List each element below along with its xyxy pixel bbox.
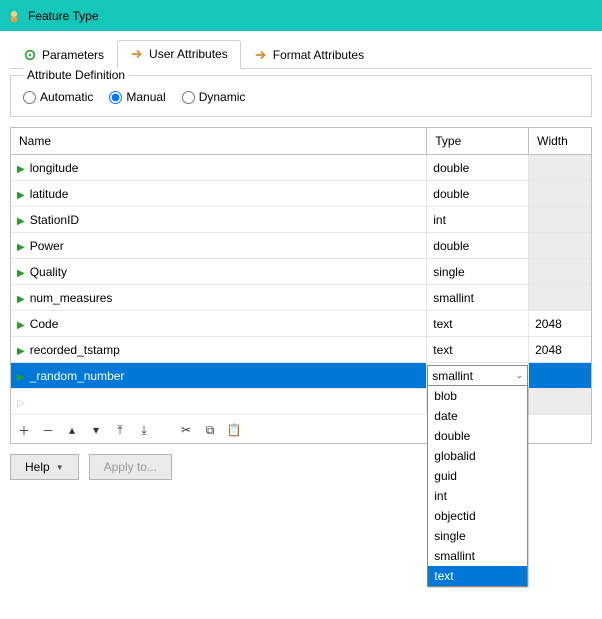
help-button[interactable]: Help ▼ (10, 454, 79, 480)
apply-to-button[interactable]: Apply to... (89, 454, 172, 480)
table-row[interactable]: ▶_random_numbersmallint⌄blobdatedoublegl… (11, 363, 591, 389)
expand-icon[interactable]: ▶ (17, 164, 25, 175)
dropdown-option[interactable]: blob (428, 386, 527, 406)
table-row[interactable]: ▶ StationID int (11, 207, 591, 233)
add-row-button[interactable]: ＋ (17, 423, 31, 437)
attribute-width (529, 363, 591, 389)
move-down-button[interactable]: ▾ (89, 423, 103, 437)
column-header-width[interactable]: Width (529, 128, 591, 155)
expand-icon[interactable]: ▶ (17, 320, 25, 331)
titlebar: Feature Type (0, 0, 602, 31)
copy-button[interactable]: ⧉ (203, 423, 217, 437)
tab-format-attributes[interactable]: Format Attributes (241, 40, 377, 69)
arrow-icon (130, 47, 144, 61)
table-row[interactable]: ▶ recorded_tstamp text2048 (11, 337, 591, 363)
tab-user-attributes[interactable]: User Attributes (117, 40, 241, 69)
table-row[interactable]: ▶ longitude double (11, 155, 591, 181)
type-dropdown[interactable]: smallint ⌄ (427, 365, 528, 387)
column-header-type[interactable]: Type (427, 128, 529, 155)
dropdown-value: smallint (432, 369, 473, 383)
tab-label: Parameters (42, 48, 104, 62)
expand-icon[interactable]: ▶ (17, 190, 25, 201)
radio-dynamic[interactable]: Dynamic (182, 90, 246, 104)
expand-icon: ▷ (17, 398, 25, 409)
tab-parameters[interactable]: Parameters (10, 40, 117, 69)
expand-icon[interactable]: ▶ (17, 216, 25, 227)
attribute-type: text (427, 311, 529, 337)
expand-icon[interactable]: ▶ (17, 242, 25, 253)
table-row[interactable]: ▶ Power double (11, 233, 591, 259)
table-row[interactable]: ▶ Code text2048 (11, 311, 591, 337)
move-up-button[interactable]: ▴ (65, 423, 79, 437)
attribute-width (529, 259, 591, 285)
table-row[interactable]: ▶ num_measures smallint (11, 285, 591, 311)
attribute-name: _random_number (30, 369, 125, 383)
attribute-width (529, 207, 591, 233)
attribute-type: text (427, 337, 529, 363)
dropdown-option[interactable]: smallint (428, 546, 527, 566)
attribute-type: single (427, 259, 529, 285)
table-row[interactable]: ▶ Quality single (11, 259, 591, 285)
table-row[interactable]: ▶ latitude double (11, 181, 591, 207)
expand-icon[interactable]: ▶ (17, 346, 25, 357)
expand-icon[interactable]: ▶ (17, 268, 25, 279)
attribute-name: Code (30, 317, 59, 331)
gear-icon (23, 48, 37, 62)
attribute-name: recorded_tstamp (30, 343, 120, 357)
chevron-down-icon: ⌄ (516, 370, 524, 381)
radio-automatic[interactable]: Automatic (23, 90, 93, 104)
attribute-type: double (427, 181, 529, 207)
attribute-width (529, 285, 591, 311)
radio-label: Dynamic (199, 90, 246, 104)
dropdown-option[interactable]: int (428, 486, 527, 506)
attribute-definition-fieldset: Attribute Definition Automatic Manual Dy… (10, 75, 592, 117)
attribute-name: Power (30, 239, 64, 253)
dropdown-option[interactable]: objectid (428, 506, 527, 526)
dropdown-option[interactable]: single (428, 526, 527, 546)
button-label: Help (25, 460, 50, 474)
cut-button[interactable]: ✂ (179, 423, 193, 437)
move-bottom-button[interactable]: ⤓ (137, 423, 151, 437)
tab-label: Format Attributes (273, 48, 364, 62)
dropdown-option[interactable]: date (428, 406, 527, 426)
attribute-type: int (427, 207, 529, 233)
attribute-width (529, 233, 591, 259)
dropdown-option[interactable]: text (428, 566, 527, 586)
radio-label: Manual (126, 90, 165, 104)
attribute-name: longitude (30, 161, 79, 175)
radio-manual[interactable]: Manual (109, 90, 165, 104)
dropdown-option[interactable]: globalid (428, 446, 527, 466)
app-icon (6, 8, 22, 24)
button-label: Apply to... (104, 460, 157, 474)
expand-icon[interactable]: ▶ (17, 294, 25, 305)
dropdown-option[interactable]: double (428, 426, 527, 446)
attribute-name: latitude (30, 187, 69, 201)
remove-row-button[interactable]: － (41, 423, 55, 437)
dropdown-option[interactable]: guid (428, 466, 527, 486)
attribute-type: double (427, 233, 529, 259)
attribute-width: 2048 (529, 311, 591, 337)
attribute-type: smallint (427, 285, 529, 311)
attribute-name: num_measures (30, 291, 113, 305)
expand-icon[interactable]: ▶ (17, 372, 25, 383)
paste-button[interactable]: 📋 (227, 423, 241, 437)
attribute-type: double (427, 155, 529, 181)
type-dropdown-list[interactable]: blobdatedoubleglobalidguidintobjectidsin… (427, 385, 528, 587)
attribute-name: Quality (30, 265, 67, 279)
tabs: Parameters User Attributes Format Attrib… (10, 39, 592, 69)
arrow-icon (254, 48, 268, 62)
window-title: Feature Type (28, 9, 99, 23)
move-top-button[interactable]: ⤒ (113, 423, 127, 437)
attribute-width (529, 155, 591, 181)
attribute-width (529, 181, 591, 207)
attribute-grid: Name Type Width ▶ longitude double ▶ latitud… (10, 127, 592, 444)
chevron-down-icon: ▼ (56, 463, 64, 472)
column-header-name[interactable]: Name (11, 128, 427, 155)
radio-label: Automatic (40, 90, 93, 104)
attribute-name: StationID (30, 213, 79, 227)
attribute-width: 2048 (529, 337, 591, 363)
fieldset-legend: Attribute Definition (23, 68, 129, 82)
tab-label: User Attributes (149, 47, 228, 61)
